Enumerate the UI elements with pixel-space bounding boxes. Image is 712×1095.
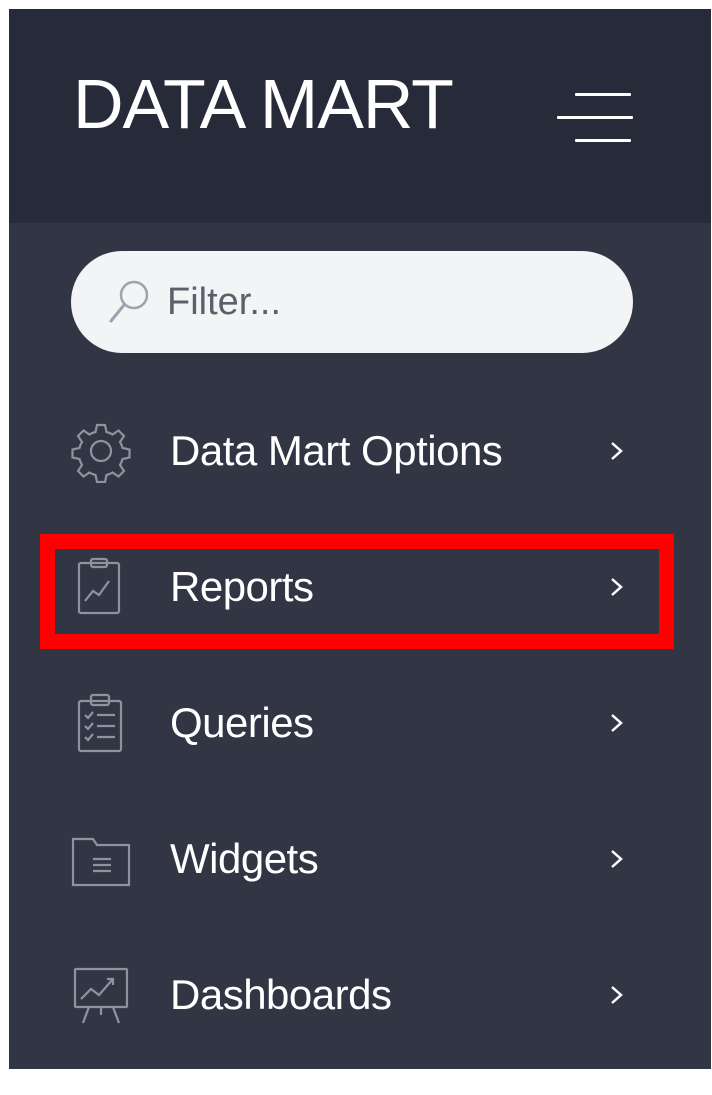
menu-line-icon <box>575 139 631 142</box>
nav-item-label: Data Mart Options <box>170 427 503 474</box>
chevron-right-icon <box>611 578 623 596</box>
filter-input[interactable] <box>167 275 597 329</box>
brand-title: DATA MART <box>73 65 454 143</box>
chevron-right-icon <box>611 986 623 1004</box>
chevron-right-icon <box>611 850 623 868</box>
menu-toggle-button[interactable] <box>555 91 635 143</box>
nav-item-label: Widgets <box>170 835 319 882</box>
nav-item-widgets[interactable]: Widgets <box>9 809 711 909</box>
checklist-clipboard-icon <box>77 693 123 753</box>
presentation-board-icon <box>73 967 129 1024</box>
sidebar: DATA MART Data Mart Options <box>9 9 711 1069</box>
filter-search-box[interactable] <box>71 251 633 353</box>
chevron-right-icon <box>611 714 623 732</box>
nav-item-reports[interactable]: Reports <box>9 537 711 637</box>
nav-item-label: Queries <box>170 699 314 746</box>
nav-item-dashboards[interactable]: Dashboards <box>9 945 711 1045</box>
nav-item-label: Reports <box>170 563 314 610</box>
menu-line-icon <box>557 116 633 119</box>
menu-line-icon <box>575 93 631 96</box>
gear-icon <box>71 423 131 483</box>
chevron-right-icon <box>611 442 623 460</box>
search-icon <box>109 280 149 323</box>
report-clipboard-icon <box>77 557 121 615</box>
brand-header: DATA MART <box>9 9 711 223</box>
nav-item-label: Dashboards <box>170 971 392 1018</box>
folder-icon <box>71 837 131 887</box>
nav-item-queries[interactable]: Queries <box>9 673 711 773</box>
nav-item-data-mart-options[interactable]: Data Mart Options <box>9 401 711 501</box>
